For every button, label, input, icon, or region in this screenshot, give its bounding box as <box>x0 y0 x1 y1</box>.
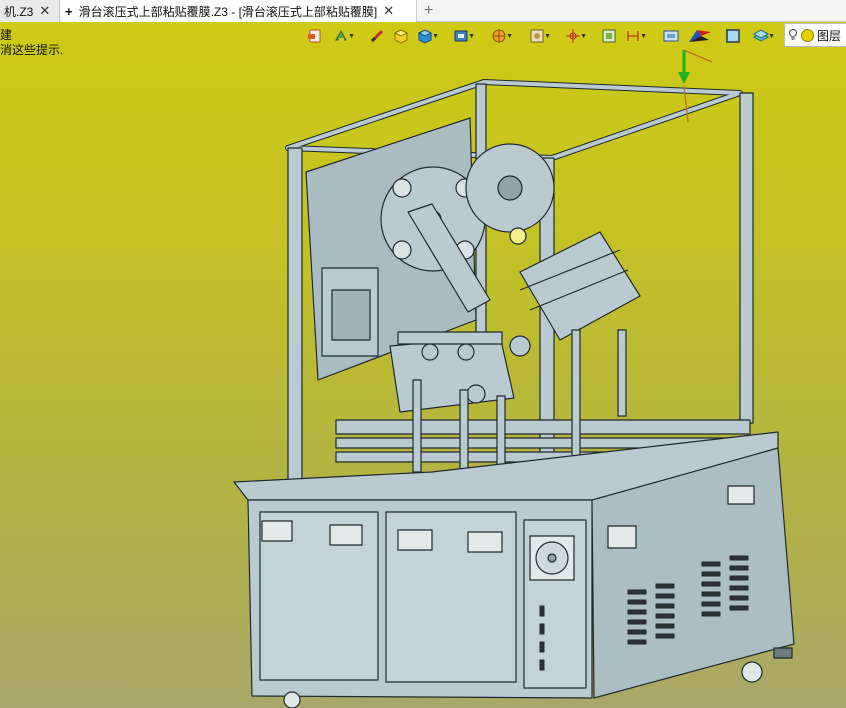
sphere-icon[interactable]: ▼ <box>488 26 513 46</box>
close-icon[interactable]: ✕ <box>383 3 394 19</box>
layer-color-icon <box>801 28 814 42</box>
prompt-line-1: 建 <box>0 28 13 42</box>
layer-selector[interactable]: 图层 <box>784 23 846 47</box>
frame-post-left <box>287 147 303 489</box>
new-tab-button[interactable]: + <box>424 0 433 22</box>
prompt-line-2: 消这些提示. <box>0 43 64 57</box>
layers-icon[interactable]: ▼ <box>750 26 775 46</box>
tab-label: 滑台滚压式上部粘贴覆膜.Z3 - [滑台滚压式上部粘贴覆膜] <box>78 4 378 19</box>
lightbulb-icon <box>789 29 797 40</box>
tab-strip: 机.Z3 ✕ + 滑台滚压式上部粘贴覆膜.Z3 - [滑台滚压式上部粘贴覆膜] … <box>0 0 846 22</box>
frame-icon[interactable] <box>598 26 620 46</box>
open-icon[interactable] <box>304 26 326 46</box>
tab-label: 机.Z3 <box>4 4 34 19</box>
pin-icon[interactable]: + <box>65 4 73 19</box>
colored-flag-icon[interactable] <box>686 26 714 46</box>
tab-active-file[interactable]: + 滑台滚压式上部粘贴覆膜.Z3 - [滑台滚压式上部粘贴覆膜] ✕ <box>61 0 417 22</box>
model-viewport[interactable]: 建 消这些提示. ▼ ▼ ▼ ▼ ▼ ▼ ▼ ▼ 图层 <box>0 22 846 708</box>
view-icon[interactable] <box>660 26 682 46</box>
machine-model <box>233 49 795 708</box>
pen-icon[interactable] <box>366 26 388 46</box>
close-icon[interactable]: ✕ <box>39 3 50 19</box>
cube-yellow-icon[interactable] <box>390 26 412 46</box>
tab-previous-file[interactable]: 机.Z3 ✕ <box>0 0 60 22</box>
cube-display-icon[interactable]: ▼ <box>450 26 475 46</box>
origin-icon[interactable]: ▼ <box>562 26 587 46</box>
square-icon[interactable] <box>722 26 744 46</box>
render-icon[interactable]: ▼ <box>526 26 551 46</box>
cube-blue-icon[interactable]: ▼ <box>414 26 439 46</box>
paint-icon[interactable]: ▼ <box>330 26 355 46</box>
layer-name: 图层 <box>817 28 842 43</box>
dimension-icon[interactable]: ▼ <box>622 26 647 46</box>
